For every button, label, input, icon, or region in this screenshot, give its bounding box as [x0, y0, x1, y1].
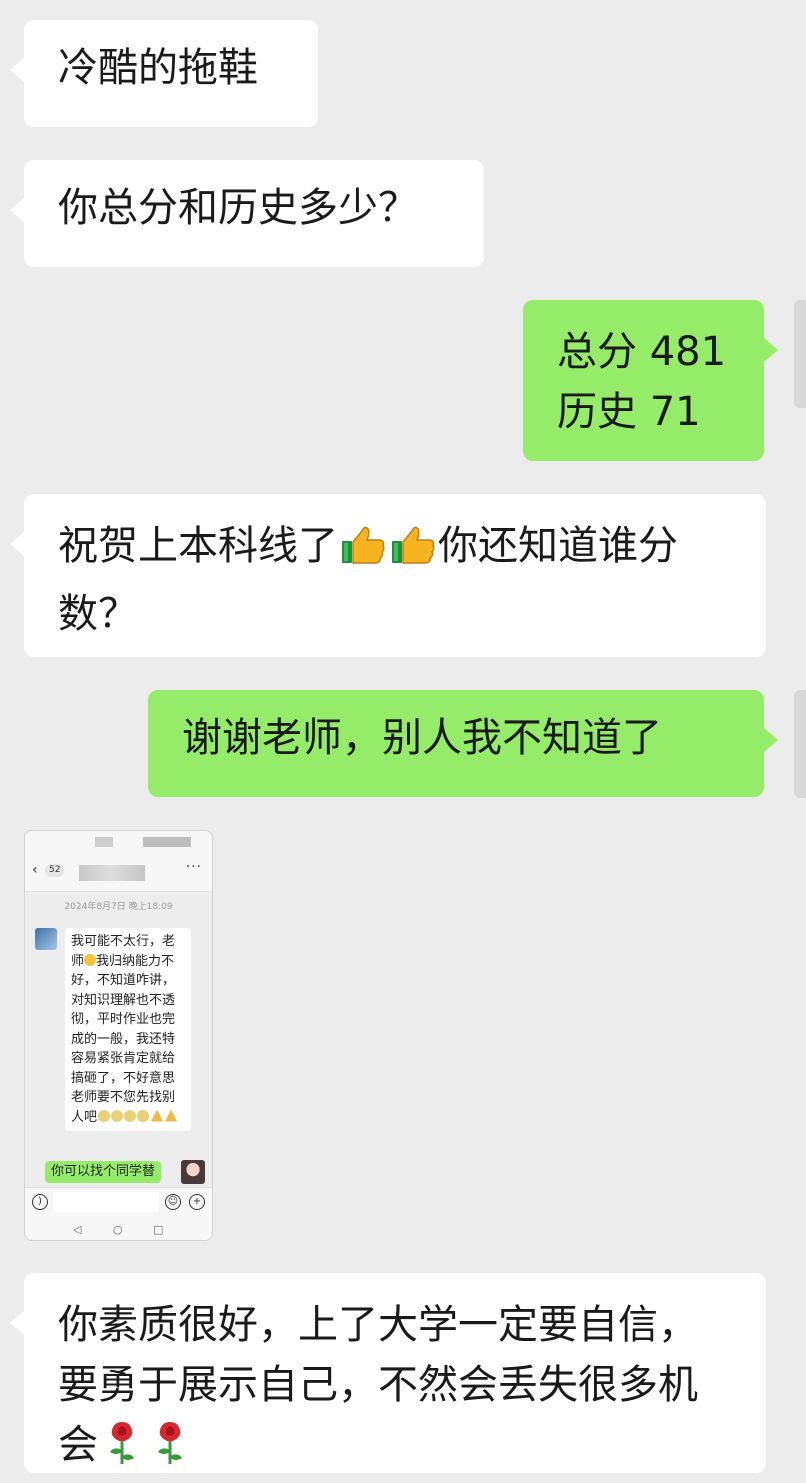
message-bubble-incoming[interactable]: 冷酷的拖鞋 — [10, 20, 318, 127]
emoji-icon: ☺ — [165, 1194, 181, 1210]
nav-recent-icon: □ — [153, 1223, 164, 1236]
message-text: 我归纳能力不好，不知道咋讲，对知识理解也不透彻，平时作业也完成的一般，我还特容易… — [71, 953, 176, 1125]
input-bar: ) ☺ + — [25, 1187, 212, 1218]
praying-hands-icon — [151, 1109, 164, 1122]
chat-title-bar: ‹ 52 ··· — [25, 853, 212, 892]
message-text: 冷酷的拖鞋 — [58, 45, 258, 91]
message-timestamp: 2024年8月7日 晚上18:09 — [64, 902, 173, 912]
voice-icon: ) — [32, 1194, 48, 1210]
message-text-line: 历史 71 — [557, 389, 701, 435]
nav-back-icon: ◁ — [73, 1223, 82, 1236]
message-text: 祝贺上本科线了 — [58, 523, 338, 569]
self-avatar-partial[interactable] — [794, 690, 806, 798]
praying-hands-icon — [165, 1109, 178, 1122]
unread-badge: 52 — [45, 864, 65, 877]
awkward-smile-emoji-icon — [84, 953, 97, 966]
message-bubble-outgoing[interactable]: 总分 481 历史 71 — [523, 300, 778, 461]
more-options-icon: ··· — [185, 859, 202, 875]
message-bubble-incoming[interactable]: 你素质很好，上了大学一定要自信，要勇于展示自己，不然会丢失很多机会 — [10, 1273, 766, 1473]
outgoing-message: 你可以找个同学替 — [45, 1161, 162, 1183]
message-bubble-outgoing[interactable]: 谢谢老师，别人我不知道了 — [148, 690, 778, 797]
back-arrow-icon: ‹ — [32, 862, 38, 878]
message-input — [53, 1192, 159, 1212]
nav-home-icon: ○ — [113, 1223, 123, 1236]
plus-icon: + — [189, 1194, 205, 1210]
message-text: 谢谢老师，别人我不知道了 — [182, 715, 662, 761]
blurred-contact-name — [79, 865, 145, 881]
system-nav-bar: ◁ ○ □ — [25, 1218, 212, 1240]
thumbs-up-icon — [340, 521, 386, 584]
blurred-area — [95, 837, 113, 847]
contact-avatar — [35, 928, 57, 950]
status-icons — [143, 837, 191, 847]
message-bubble-incoming[interactable]: 你总分和历史多少？ — [10, 160, 484, 267]
message-bubble-incoming[interactable]: 祝贺上本科线了 你还知道谁分数？ — [10, 494, 766, 657]
rose-icon — [100, 1418, 144, 1483]
message-text-line: 总分 481 — [557, 329, 727, 375]
chat-screenshot-image[interactable]: ‹ 52 ··· 2024年8月7日 晚上18:09 我可能不太行，老师 我归纳能… — [24, 830, 213, 1241]
status-bar — [25, 831, 212, 853]
pleading-emoji-icon — [98, 1109, 111, 1122]
thumbs-up-icon — [390, 521, 436, 584]
pleading-emoji-icon — [111, 1109, 124, 1122]
self-avatar — [181, 1160, 205, 1184]
pleading-emoji-icon — [137, 1109, 150, 1122]
self-avatar-partial[interactable] — [794, 300, 806, 408]
incoming-message: 我可能不太行，老师 我归纳能力不好，不知道咋讲，对知识理解也不透彻，平时作业也完成… — [65, 928, 191, 1131]
message-text: 你总分和历史多少？ — [58, 185, 418, 231]
rose-icon — [148, 1418, 192, 1483]
pleading-emoji-icon — [124, 1109, 137, 1122]
